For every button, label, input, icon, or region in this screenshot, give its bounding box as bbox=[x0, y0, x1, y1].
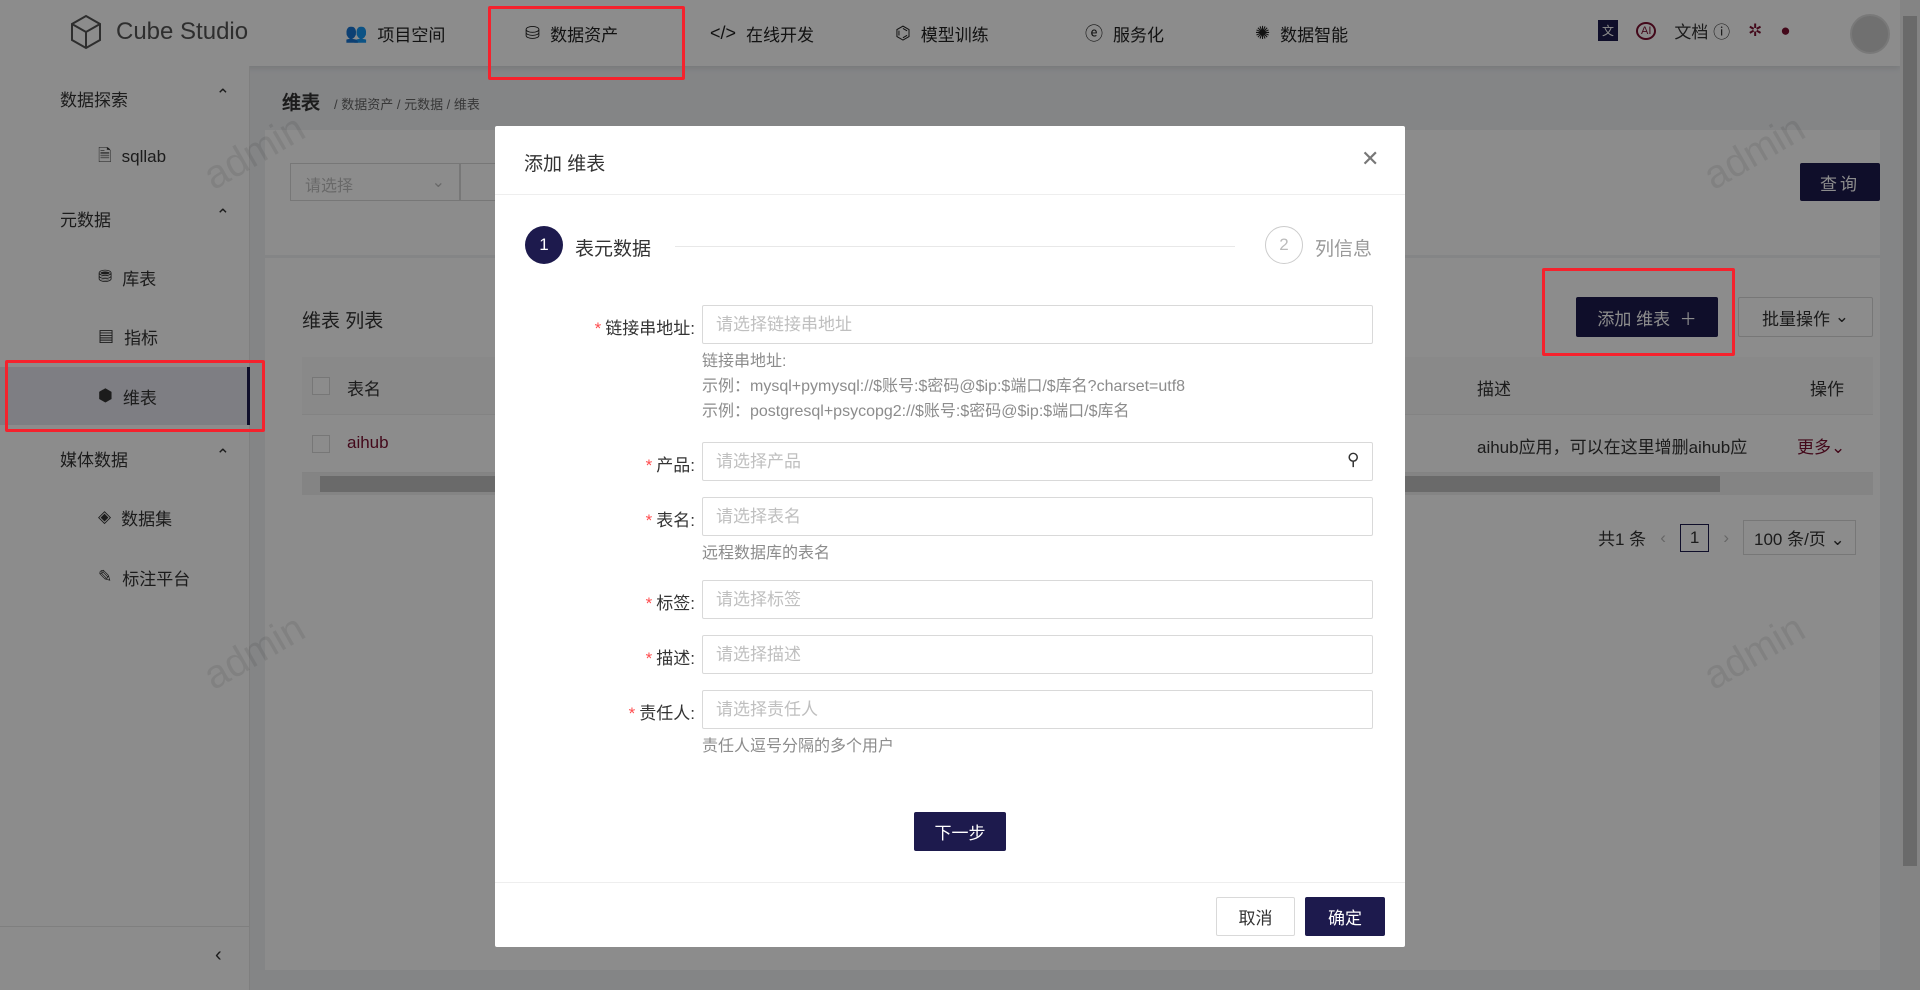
field-help: 链接串地址: 示例：mysql+pymysql://$账号:$密码@$ip:$端口… bbox=[702, 349, 1185, 424]
step-2-label: 列信息 bbox=[1315, 239, 1373, 260]
next-step-button[interactable]: 下一步 bbox=[914, 812, 1006, 851]
ok-button[interactable]: 确定 bbox=[1305, 897, 1385, 936]
step-1-indicator: 1 bbox=[525, 226, 563, 264]
highlight-box-data-assets bbox=[488, 6, 685, 80]
highlight-box-add-button bbox=[1542, 268, 1735, 356]
field-help: 远程数据库的表名 bbox=[702, 545, 831, 562]
close-icon[interactable]: ✕ bbox=[1361, 146, 1379, 172]
help-line: 链接串地址: bbox=[702, 353, 787, 370]
description-input[interactable] bbox=[702, 635, 1373, 674]
field-label: * 产品: bbox=[645, 456, 695, 475]
owner-input[interactable] bbox=[702, 690, 1373, 729]
add-dimension-table-modal: 添加 维表 ✕ 1 表元数据 2 列信息 *链接串地址: 链接串地址: 示例：my… bbox=[495, 126, 1405, 947]
label-text: 标签: bbox=[656, 594, 695, 613]
field-label: * 表名: bbox=[645, 511, 695, 530]
help-line: 示例：postgresql+psycopg2://$账号:$密码@$ip:$端口… bbox=[702, 403, 1130, 420]
highlight-box-dimension-tables bbox=[5, 360, 265, 432]
modal-title: 添加 维表 bbox=[524, 154, 606, 175]
field-help: 责任人逗号分隔的多个用户 bbox=[702, 738, 895, 755]
tags-input[interactable] bbox=[702, 580, 1373, 619]
connection-url-input[interactable] bbox=[702, 305, 1373, 344]
label-text: 责任人: bbox=[639, 704, 695, 723]
step-divider bbox=[675, 246, 1235, 247]
cancel-button[interactable]: 取消 bbox=[1216, 897, 1295, 936]
label-text: 描述: bbox=[656, 649, 695, 668]
label-text: 表名: bbox=[656, 511, 695, 530]
field-label: * 链接串地址: bbox=[594, 319, 695, 338]
help-line: 示例：mysql+pymysql://$账号:$密码@$ip:$端口/$库名?c… bbox=[702, 378, 1186, 395]
field-label: * 责任人: bbox=[628, 704, 695, 723]
table-name-input[interactable] bbox=[702, 497, 1373, 536]
field-label: * 标签: bbox=[645, 594, 695, 613]
label-text: 链接串地址: bbox=[605, 319, 695, 338]
label-text: 产品: bbox=[656, 456, 695, 475]
field-label: * 描述: bbox=[645, 649, 695, 668]
product-input[interactable] bbox=[702, 442, 1373, 481]
search-icon[interactable]: ⚲ bbox=[1347, 450, 1359, 470]
step-2-indicator: 2 bbox=[1265, 226, 1303, 264]
step-1-label: 表元数据 bbox=[575, 239, 652, 260]
